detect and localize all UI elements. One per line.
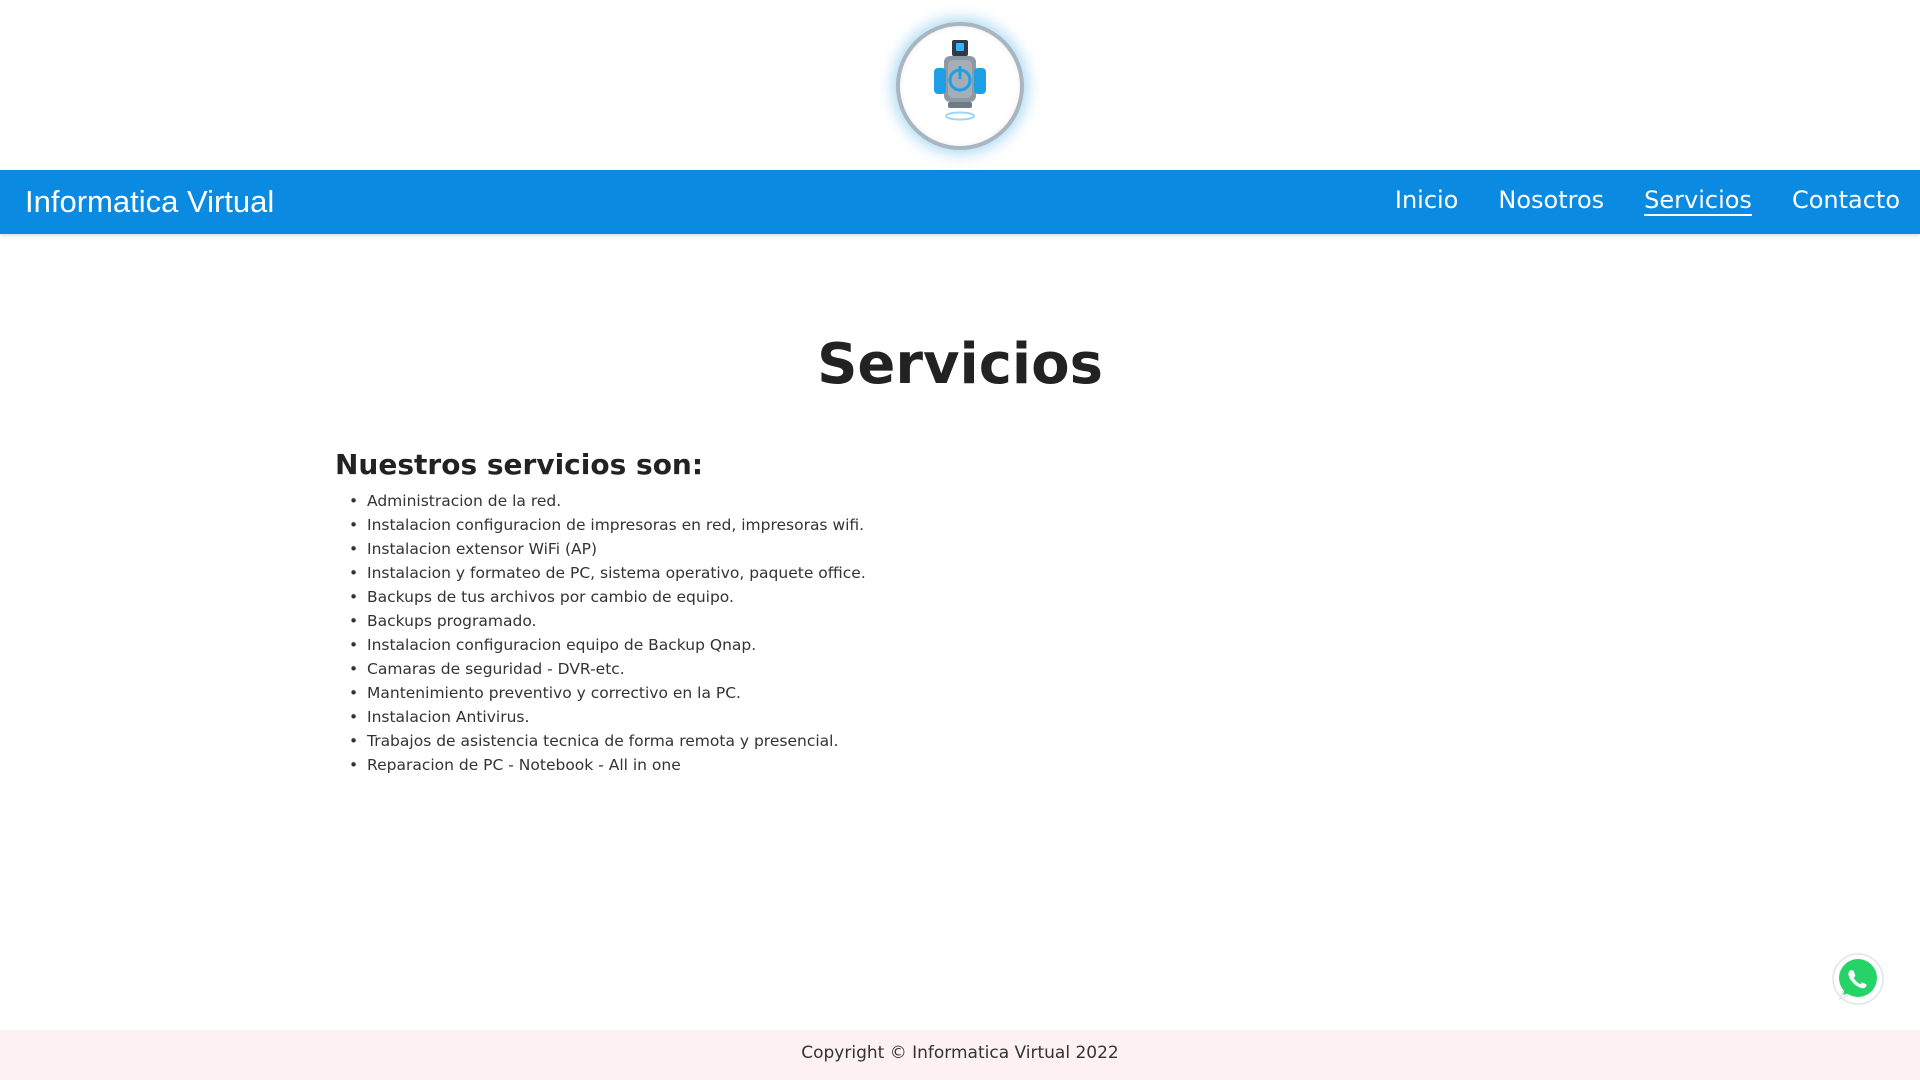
brand-name[interactable]: Informatica Virtual [25,184,274,220]
power-robot-logo-icon [934,40,986,121]
nav-links: Inicio Nosotros Servicios Contacto [1355,184,1900,216]
page-title: Servicios [817,332,1103,397]
nav-link-contacto[interactable]: Contacto [1792,184,1900,216]
whatsapp-icon [1832,953,1884,1005]
page: Informatica Virtual Inicio Nosotros Serv… [0,0,1920,1080]
service-item: Backups programado. [349,609,1235,633]
services-list: Administracion de la red. Instalacion co… [335,489,1235,777]
copyright-text: Copyright © Informatica Virtual 2022 [801,1043,1119,1063]
whatsapp-button[interactable] [1831,952,1885,1006]
service-item: Instalacion configuracion de impresoras … [349,513,1235,537]
navbar: Informatica Virtual Inicio Nosotros Serv… [0,170,1920,234]
service-item: Mantenimiento preventivo y correctivo en… [349,681,1235,705]
services-section: Nuestros servicios son: Administracion d… [335,448,1235,777]
logo-area [0,0,1920,170]
service-item: Backups de tus archivos por cambio de eq… [349,585,1235,609]
nav-link-servicios[interactable]: Servicios [1644,184,1752,216]
service-item: Instalacion y formateo de PC, sistema op… [349,561,1235,585]
nav-link-inicio[interactable]: Inicio [1395,184,1459,216]
nav-link-nosotros[interactable]: Nosotros [1498,184,1604,216]
service-item: Reparacion de PC - Notebook - All in one [349,753,1235,777]
service-item: Administracion de la red. [349,489,1235,513]
service-item: Instalacion Antivirus. [349,705,1235,729]
footer: Copyright © Informatica Virtual 2022 [0,1030,1920,1080]
service-item: Instalacion configuracion equipo de Back… [349,633,1235,657]
service-item: Camaras de seguridad - DVR-etc. [349,657,1235,681]
section-heading: Nuestros servicios son: [335,448,704,481]
service-item: Instalacion extensor WiFi (AP) [349,537,1235,561]
service-item: Trabajos de asistencia tecnica de forma … [349,729,1235,753]
site-logo[interactable] [896,22,1024,150]
